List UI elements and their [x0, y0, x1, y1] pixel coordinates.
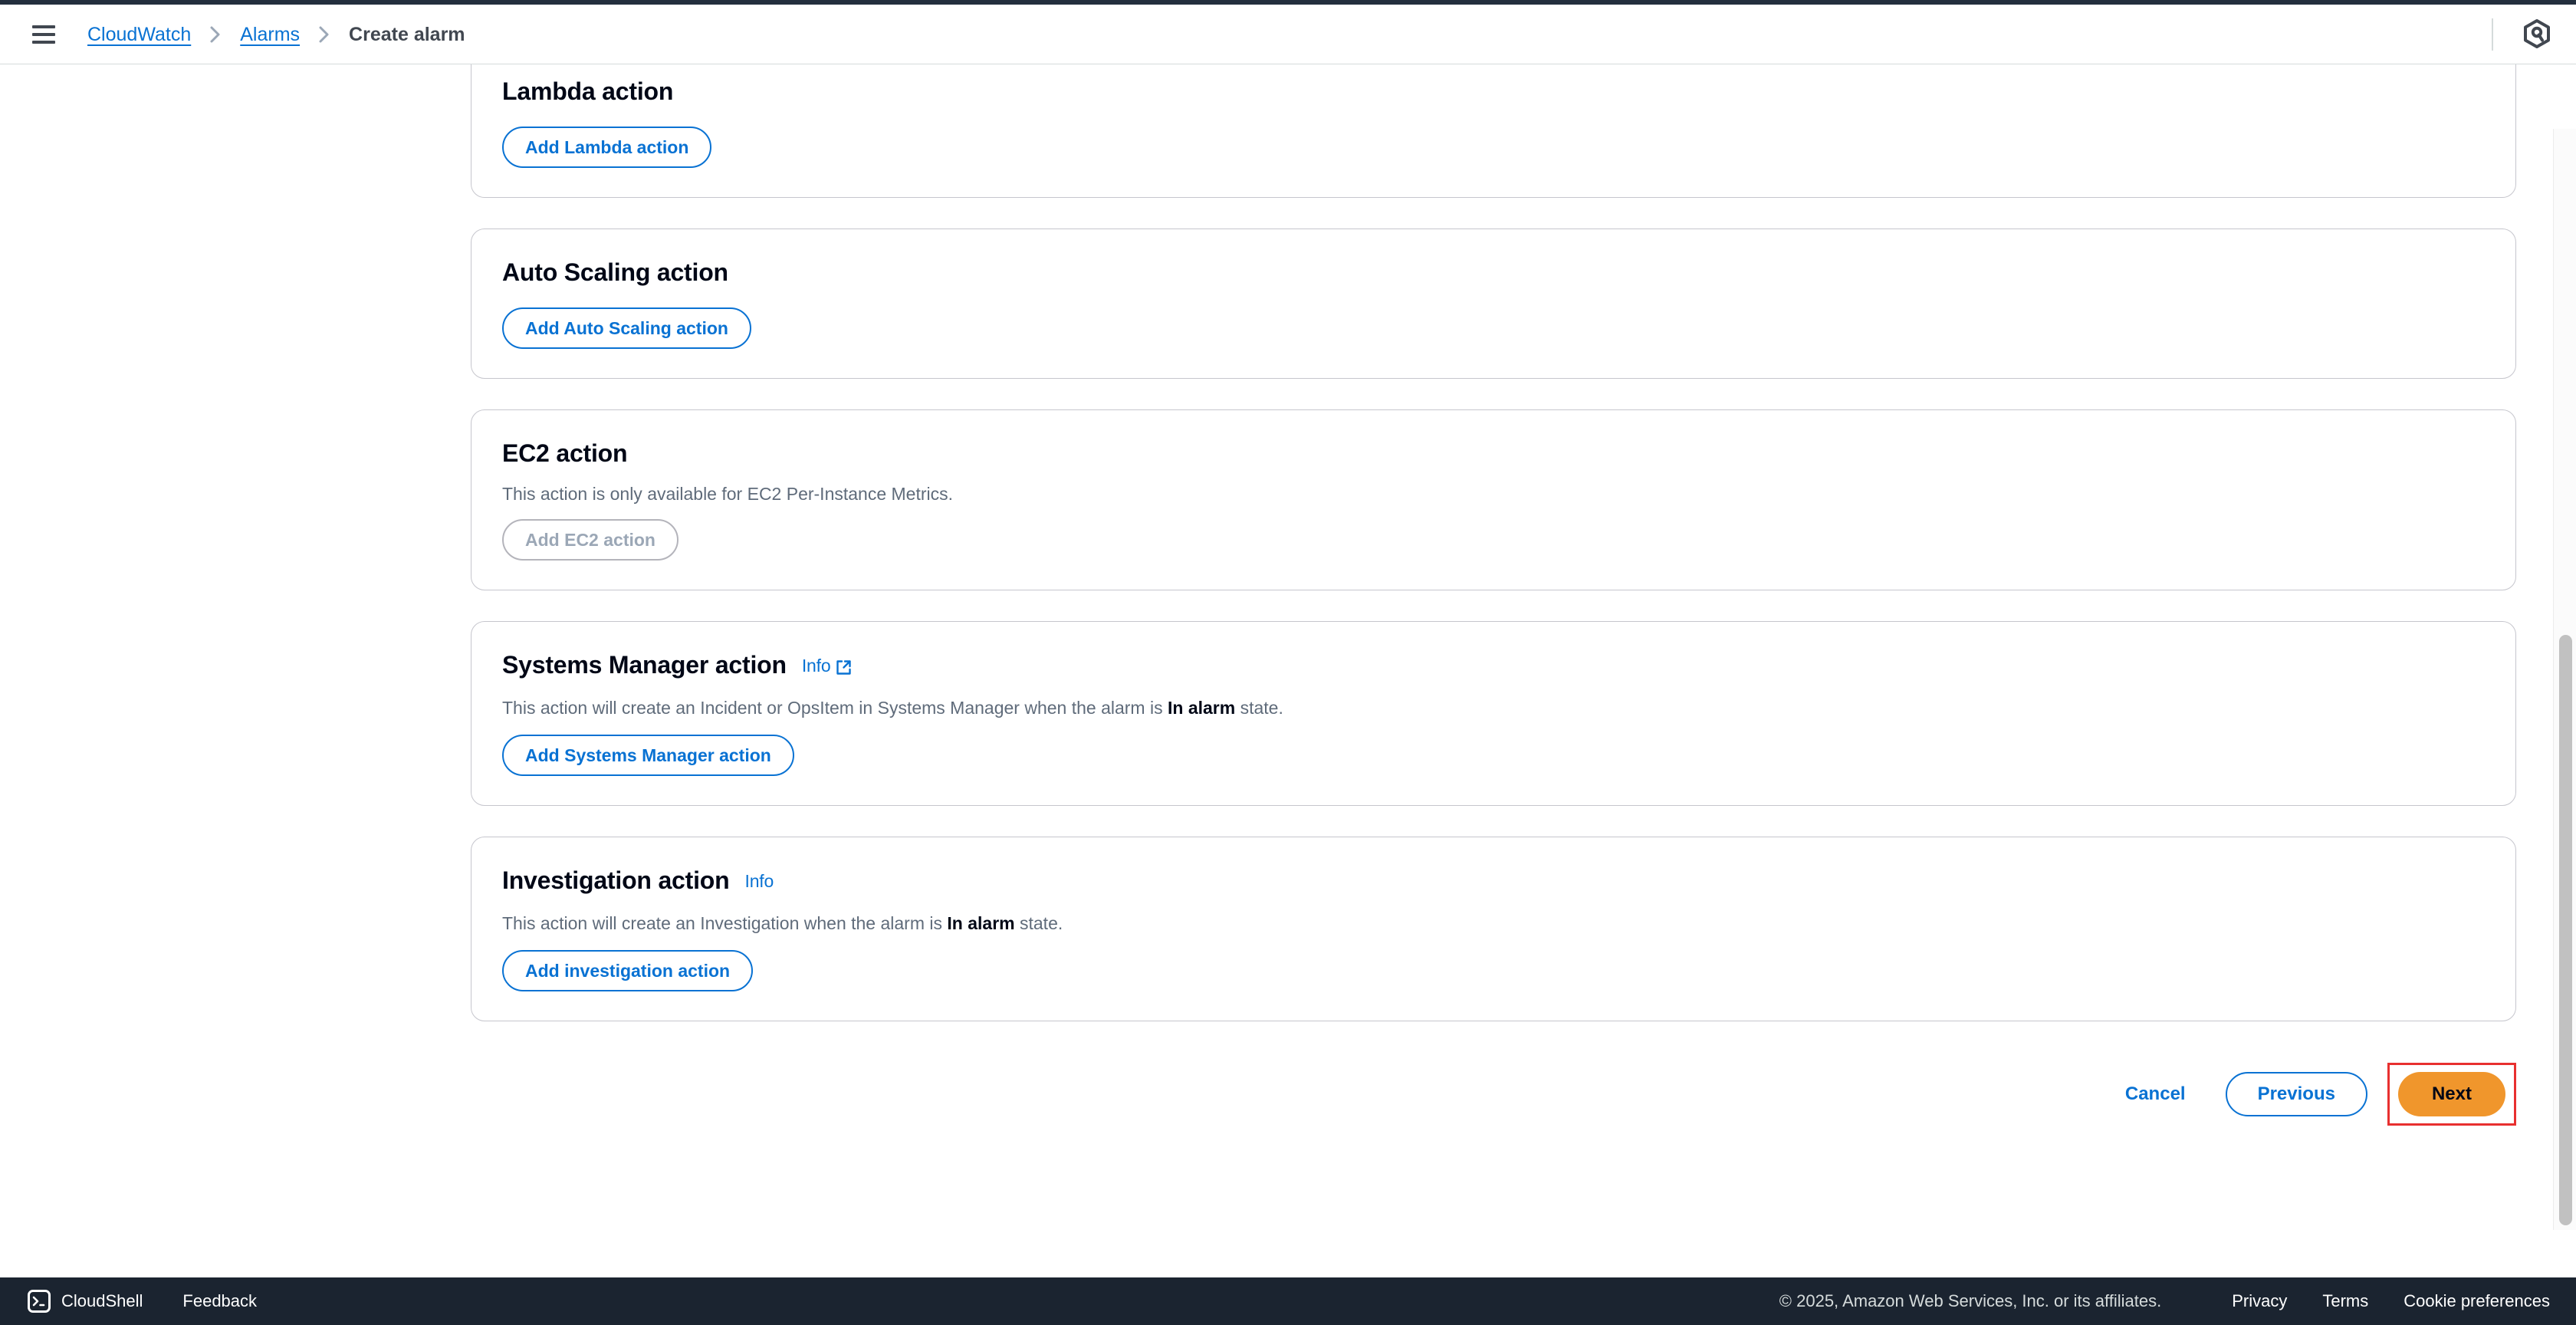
next-button-highlight: Next [2387, 1063, 2516, 1126]
desc-emphasis: In alarm [947, 913, 1015, 933]
cloudshell-label: CloudShell [61, 1291, 143, 1310]
bottom-bar-left: CloudShell Feedback [17, 1284, 269, 1319]
card-title: Auto Scaling action [502, 257, 2485, 288]
wizard-navigation: Cancel Previous Next [471, 1063, 2516, 1126]
external-link-icon [836, 659, 852, 676]
card-auto-scaling-action: Auto Scaling action Add Auto Scaling act… [471, 229, 2516, 379]
card-investigation-action: Investigation action Info This action wi… [471, 837, 2516, 1021]
add-investigation-action-button[interactable]: Add investigation action [502, 950, 754, 991]
card-ec2-action: EC2 action This action is only available… [471, 409, 2516, 590]
breadcrumb-item-alarms[interactable]: Alarms [240, 22, 300, 47]
card-title: Lambda action [502, 76, 2485, 107]
breadcrumb-item-cloudwatch[interactable]: CloudWatch [87, 22, 191, 47]
hamburger-menu-icon[interactable] [32, 21, 58, 48]
header-divider [2492, 18, 2493, 51]
info-link-label: Info [744, 871, 774, 891]
page-header: CloudWatch Alarms Create alarm [0, 5, 2576, 64]
chevron-right-icon [317, 24, 332, 45]
previous-button[interactable]: Previous [2225, 1072, 2367, 1116]
breadcrumb: CloudWatch Alarms Create alarm [87, 22, 465, 47]
hamburger-bar [32, 25, 55, 28]
add-systems-manager-action-button[interactable]: Add Systems Manager action [502, 735, 794, 776]
cookie-preferences-link[interactable]: Cookie preferences [2404, 1291, 2550, 1311]
add-auto-scaling-action-button[interactable]: Add Auto Scaling action [502, 307, 751, 349]
copyright-text: © 2025, Amazon Web Services, Inc. or its… [1779, 1291, 2162, 1310]
info-link-investigation[interactable]: Info [745, 866, 774, 896]
add-ec2-action-button[interactable]: Add EC2 action [502, 519, 678, 561]
card-systems-manager-action: Systems Manager action Info This action … [471, 621, 2516, 806]
card-title: EC2 action [502, 438, 2485, 469]
info-link-label: Info [801, 656, 831, 676]
info-link-systems-manager[interactable]: Info [802, 650, 853, 681]
hamburger-bar [32, 40, 55, 44]
create-alarm-actions-content: Lambda action Add Lambda action Auto Sca… [471, 64, 2516, 1126]
terms-link[interactable]: Terms [2322, 1291, 2368, 1311]
card-title-text: EC2 action [502, 439, 628, 467]
breadcrumb-item-create-alarm: Create alarm [349, 23, 465, 45]
desc-part: state. [1235, 698, 1283, 718]
card-title-text: Investigation action [502, 866, 730, 894]
amazon-q-icon[interactable] [2521, 18, 2553, 51]
cancel-button[interactable]: Cancel [2107, 1073, 2204, 1115]
card-title: Investigation action Info [502, 865, 2485, 898]
terminal-icon [28, 1290, 51, 1313]
next-button[interactable]: Next [2397, 1072, 2505, 1116]
desc-part: This action will create an Investigation… [502, 913, 948, 933]
header-right-group [2492, 5, 2576, 64]
add-lambda-action-button[interactable]: Add Lambda action [502, 127, 712, 168]
card-description: This action will create an Incident or O… [502, 696, 2485, 719]
feedback-label: Feedback [182, 1291, 258, 1310]
card-title-text: Systems Manager action [502, 651, 787, 679]
bottom-bar-right: © 2025, Amazon Web Services, Inc. or its… [1779, 1291, 2550, 1311]
card-lambda-action: Lambda action Add Lambda action [471, 64, 2516, 198]
card-title-text: Auto Scaling action [502, 258, 728, 286]
vertical-scrollbar-thumb[interactable] [2559, 635, 2572, 1225]
privacy-link[interactable]: Privacy [2232, 1291, 2287, 1311]
card-description: This action will create an Investigation… [502, 912, 2485, 935]
desc-part: This action will create an Incident or O… [502, 698, 1168, 718]
bottom-status-bar: CloudShell Feedback © 2025, Amazon Web S… [0, 1277, 2576, 1325]
card-description: This action is only available for EC2 Pe… [502, 484, 954, 504]
vertical-scrollbar-track[interactable] [2553, 129, 2576, 1230]
cloudshell-button[interactable]: CloudShell [17, 1284, 153, 1319]
card-title-text: Lambda action [502, 77, 674, 105]
desc-part: state. [1014, 913, 1063, 933]
main-scroll-area: Lambda action Add Lambda action Auto Sca… [0, 64, 2576, 1277]
desc-emphasis: In alarm [1167, 698, 1236, 718]
card-title: Systems Manager action Info [502, 649, 2485, 682]
feedback-button[interactable]: Feedback [170, 1284, 269, 1319]
chevron-right-icon [208, 24, 223, 45]
hamburger-bar [32, 32, 55, 36]
